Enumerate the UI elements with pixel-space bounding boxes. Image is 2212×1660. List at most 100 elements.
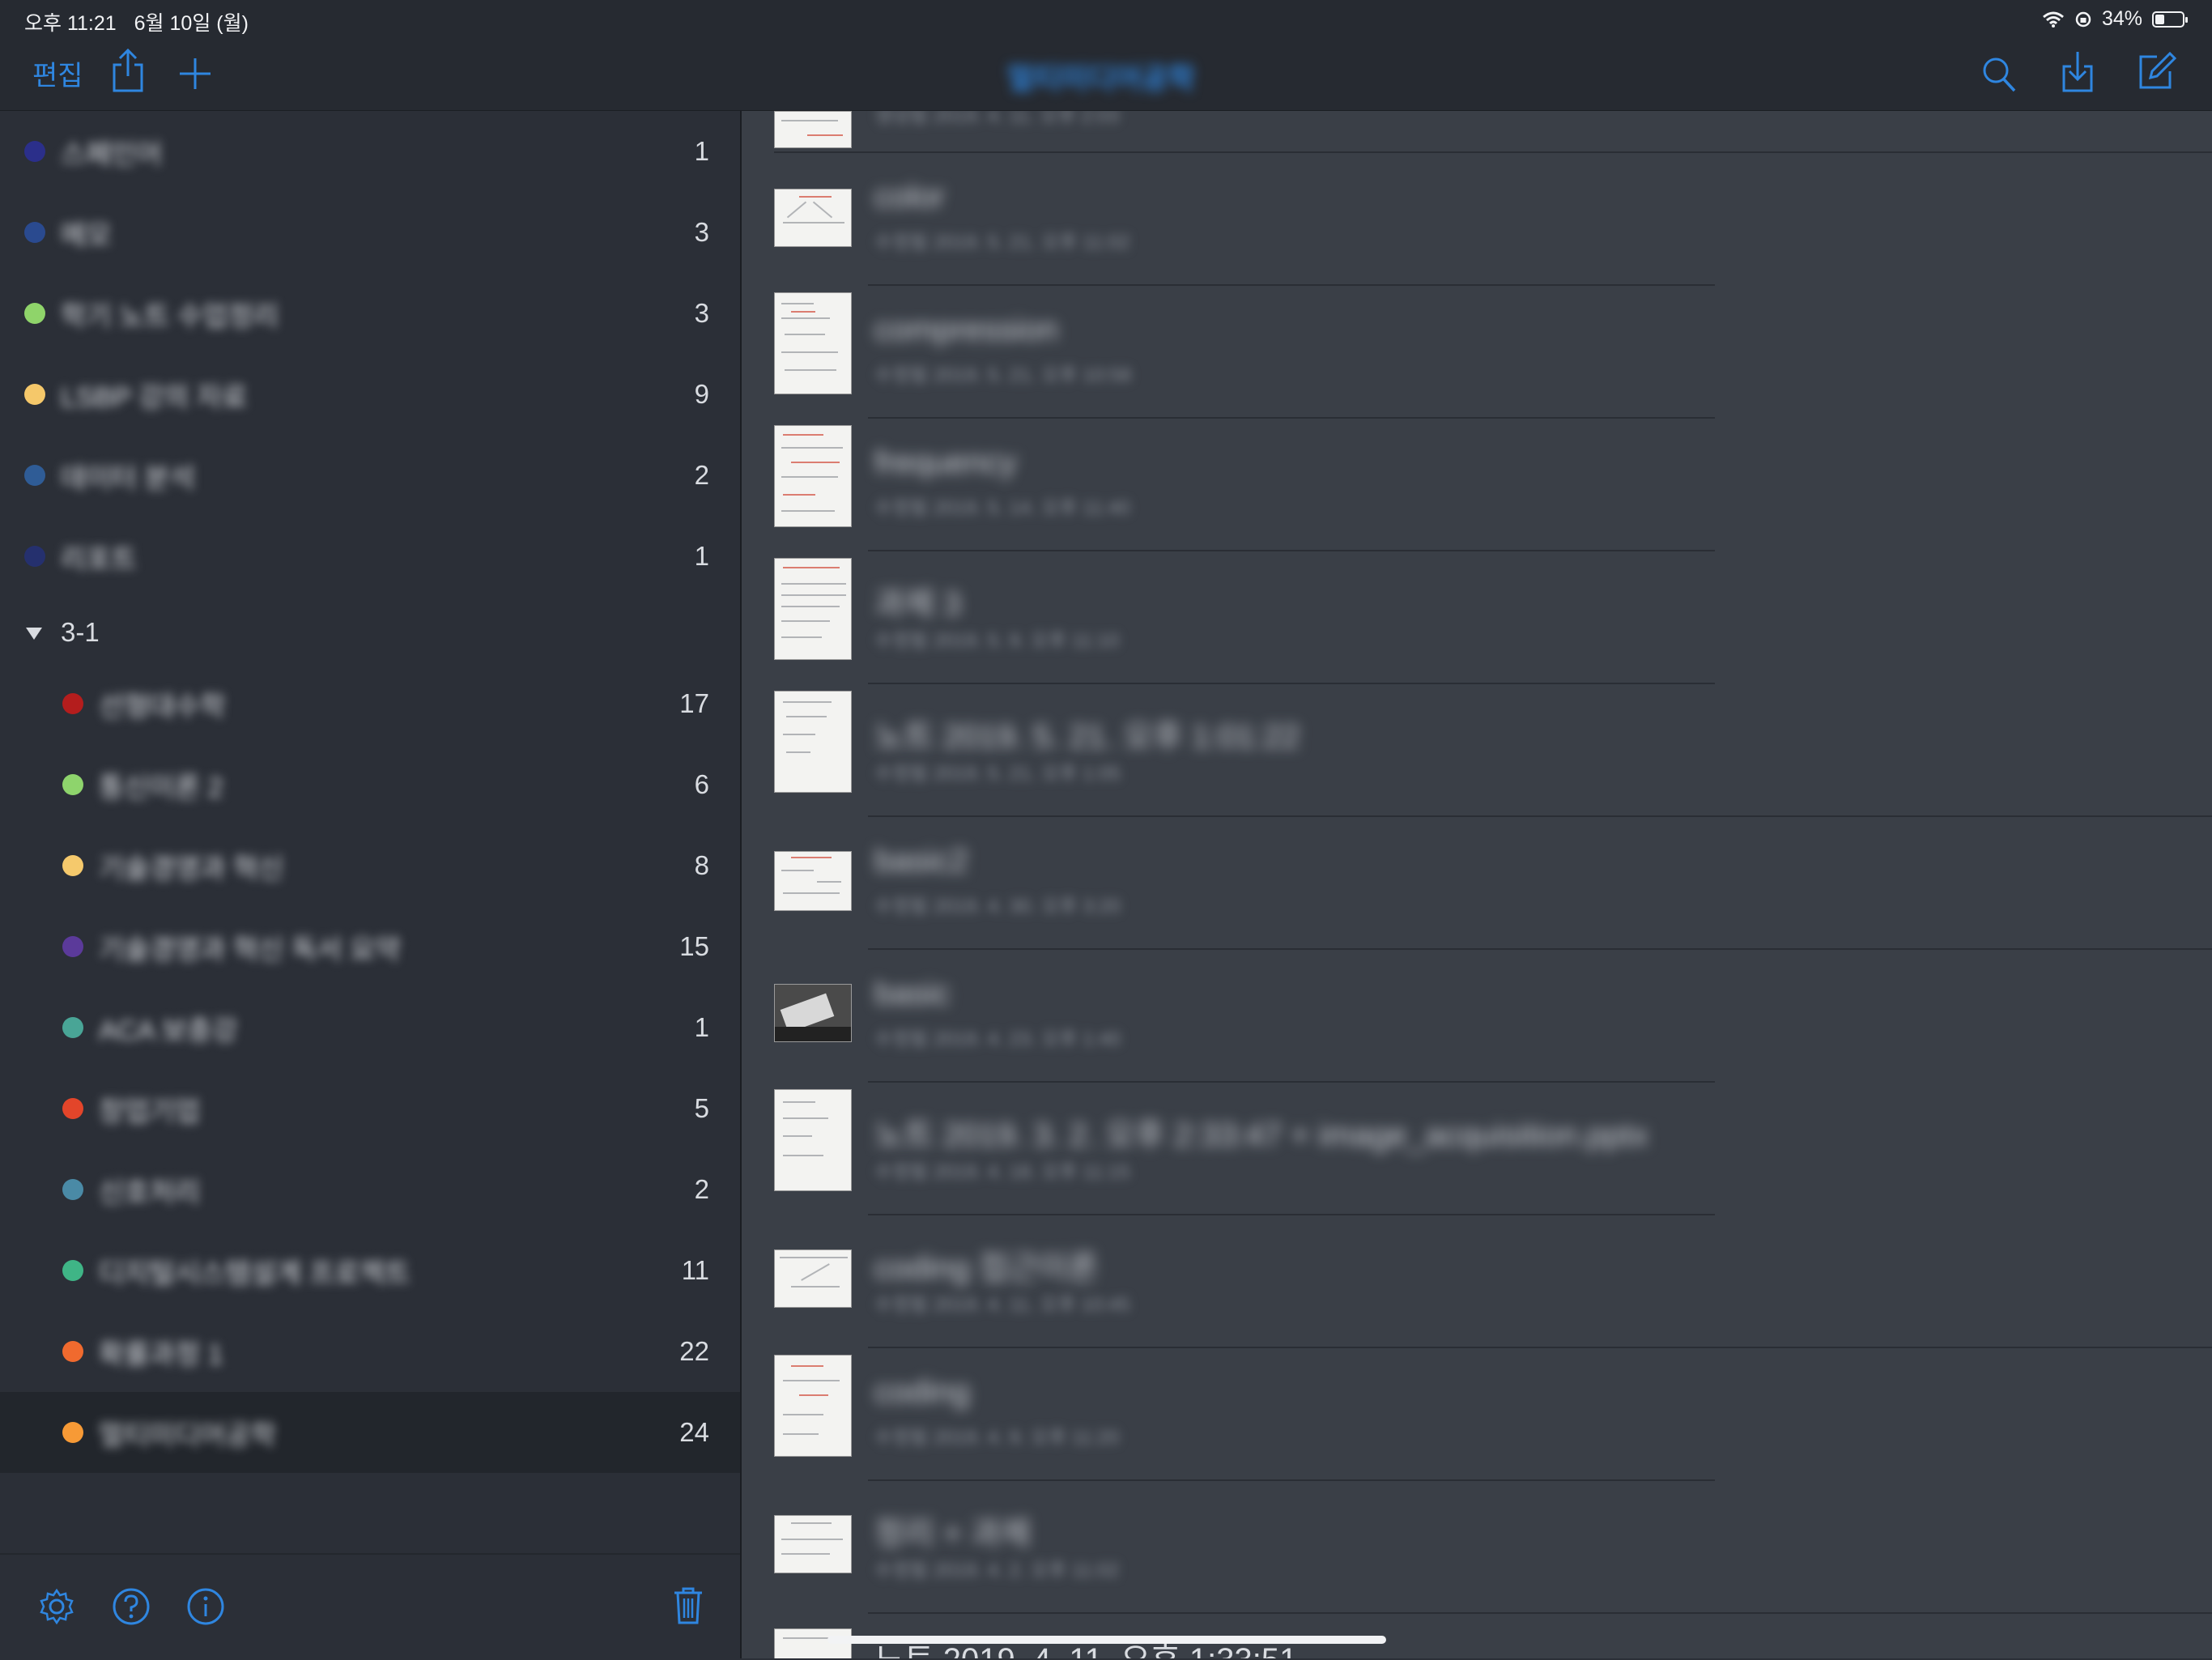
note-row[interactable]: frequency 수정됨 2019. 5. 14. 오후 11:40 [742, 419, 2212, 551]
sidebar-toolbar [0, 1553, 740, 1660]
note-meta: 수정됨 2019. 4. 18. 오후 11:15 [874, 1161, 1130, 1183]
note-row[interactable]: 정리 + 과제 수정됨 2019. 4. 2. 오후 11:02 [742, 1481, 2212, 1614]
subfolder-row[interactable]: 선형대수학 17 [0, 663, 740, 744]
folder-count: 8 [694, 850, 709, 880]
note-row[interactable]: color 수정됨 2019. 5. 21. 오후 11:02 [742, 153, 2212, 286]
folder-row[interactable]: LSBP 강의 자료 9 [0, 354, 740, 435]
folder-color-dot [62, 1260, 83, 1281]
folder-count: 1 [694, 136, 709, 166]
note-row[interactable]: compression 수정됨 2019. 5. 21. 오후 10:58 [742, 286, 2212, 419]
folder-color-dot [62, 1422, 83, 1443]
folder-color-dot [24, 141, 45, 162]
note-row[interactable]: coding 접근이론 수정됨 2019. 4. 11. 오후 10:45 [742, 1215, 2212, 1348]
disclosure-triangle-icon[interactable] [26, 628, 42, 640]
wifi-icon [2042, 11, 2064, 28]
home-indicator[interactable] [827, 1636, 1386, 1644]
subfolder-row-selected[interactable]: 멀티미디어공학 24 [0, 1392, 740, 1473]
gear-icon[interactable] [37, 1587, 76, 1626]
note-thumbnail [774, 851, 852, 911]
note-thumbnail [774, 1515, 852, 1573]
folder-row[interactable]: 학기 노트 수업정리 3 [0, 273, 740, 354]
note-row[interactable]: basic2 수정됨 2019. 4. 30. 오후 3:20 [742, 817, 2212, 950]
folder-name: 멀티미디어공학 [99, 1420, 276, 1451]
plus-icon[interactable] [177, 55, 214, 92]
note-title: basic [874, 976, 951, 1011]
notes-list: 생성됨 2019. 4. 11. 오후 2:03 color 수정됨 2019.… [742, 111, 2212, 1658]
info-icon[interactable] [186, 1587, 225, 1626]
subfolder-row[interactable]: 확률과정 1 22 [0, 1311, 740, 1392]
note-thumbnail [774, 1355, 852, 1457]
folder-name: 통신이론 2 [99, 772, 223, 803]
folder-name: 신호처리 [99, 1177, 201, 1208]
status-bar: 오후 11:21 6월 10일 (월) 34% [0, 0, 2212, 40]
trash-icon[interactable] [672, 1586, 704, 1626]
folder-count: 1 [694, 541, 709, 571]
folder-color-dot [24, 303, 45, 324]
edit-button[interactable]: 편집 [32, 53, 83, 93]
question-icon[interactable] [112, 1587, 151, 1626]
folder-row[interactable]: 데이터 분석 2 [0, 435, 740, 516]
folder-count: 22 [679, 1336, 709, 1366]
share-icon[interactable] [110, 47, 146, 94]
note-meta: 수정됨 2019. 4. 23. 오후 1:40 [874, 1028, 1121, 1050]
note-thumbnail [774, 425, 852, 527]
note-thumbnail [774, 558, 852, 660]
folder-count: 1 [694, 1012, 709, 1042]
note-thumbnail [774, 691, 852, 793]
note-title: coding [874, 1374, 970, 1410]
note-row[interactable]: coding 수정됨 2019. 4. 9. 오후 11:20 [742, 1348, 2212, 1481]
folder-count: 9 [694, 379, 709, 409]
note-row[interactable]: 노트 2019. 3. 2. 오후 2:33:47 + image_acquis… [742, 1083, 2212, 1215]
folder-name: 리포트 [61, 543, 137, 575]
note-row[interactable]: basic 수정됨 2019. 4. 23. 오후 1:40 [742, 950, 2212, 1083]
folder-row[interactable]: 메모 3 [0, 192, 740, 273]
battery-percent: 34% [2101, 7, 2142, 30]
folder-name: 창업기업 [99, 1096, 201, 1127]
folder-name: 스페인어 [61, 138, 163, 170]
subfolder-row[interactable]: 통신이론 2 6 [0, 744, 740, 825]
subfolder-row[interactable]: ACA 보충강 1 [0, 987, 740, 1068]
folder-name: 디지털시스템설계 프로젝트 [99, 1258, 410, 1289]
note-thumbnail [774, 189, 852, 247]
folder-color-dot [62, 774, 83, 795]
folder-color-dot [24, 222, 45, 243]
note-title: 노트 2019. 5. 21. 오후 1:01:22 [874, 719, 1300, 755]
folder-count: 11 [681, 1255, 709, 1285]
battery-icon [2152, 11, 2188, 28]
import-icon[interactable] [2060, 49, 2095, 94]
note-row[interactable]: 과제 3 수정됨 2019. 5. 9. 오후 11:10 [742, 551, 2212, 684]
note-meta: 수정됨 2019. 4. 11. 오후 10:45 [874, 1294, 1130, 1316]
folder-name: 기술경영과 혁신 [99, 853, 284, 884]
folder-color-dot [62, 1017, 83, 1038]
subfolder-row[interactable]: 창업기업 5 [0, 1068, 740, 1149]
note-title: 과제 3 [874, 586, 961, 622]
compose-icon[interactable] [2136, 50, 2178, 92]
status-date: 6월 10일 (월) [134, 12, 249, 35]
note-title: 노트 2019. 3. 2. 오후 2:33:47 + image_acquis… [874, 1117, 1648, 1153]
folder-name: 확률과정 1 [99, 1339, 223, 1370]
folder-count: 2 [694, 460, 709, 490]
folder-color-dot [62, 693, 83, 714]
folder-group-3-1[interactable]: 3-1 [0, 597, 740, 670]
folder-name: 선형대수학 [99, 691, 226, 722]
subfolder-row[interactable]: 디지털시스템설계 프로젝트 11 [0, 1230, 740, 1311]
note-meta: 생성됨 2019. 4. 11. 오후 2:03 [874, 111, 1120, 127]
folder-count: 5 [694, 1093, 709, 1123]
folder-name: ACA 보충강 [99, 1015, 238, 1046]
subfolder-row[interactable]: 신호처리 2 [0, 1149, 740, 1230]
note-meta: 수정됨 2019. 4. 9. 오후 11:20 [874, 1427, 1120, 1449]
folder-name: LSBP 강의 자료 [61, 381, 248, 413]
folder-name: 데이터 분석 [61, 462, 195, 494]
folder-row[interactable]: 리포트 1 [0, 516, 740, 597]
folder-row[interactable]: 스페인어 1 [0, 111, 740, 192]
folder-count: 3 [694, 298, 709, 328]
note-thumbnail [774, 1089, 852, 1191]
search-icon[interactable] [1980, 55, 2018, 94]
navigation-bar: 편집 멀티미디어공학 [0, 40, 2212, 111]
folder-name: 메모 [61, 219, 112, 251]
subfolder-row[interactable]: 기술경영과 혁신 독서 요약 15 [0, 906, 740, 987]
orientation-lock-icon [2075, 11, 2091, 27]
note-row[interactable]: 노트 2019. 5. 21. 오후 1:01:22 수정됨 2019. 5. … [742, 684, 2212, 817]
note-meta: 수정됨 2019. 5. 9. 오후 11:10 [874, 630, 1120, 652]
subfolder-row[interactable]: 기술경영과 혁신 8 [0, 825, 740, 906]
